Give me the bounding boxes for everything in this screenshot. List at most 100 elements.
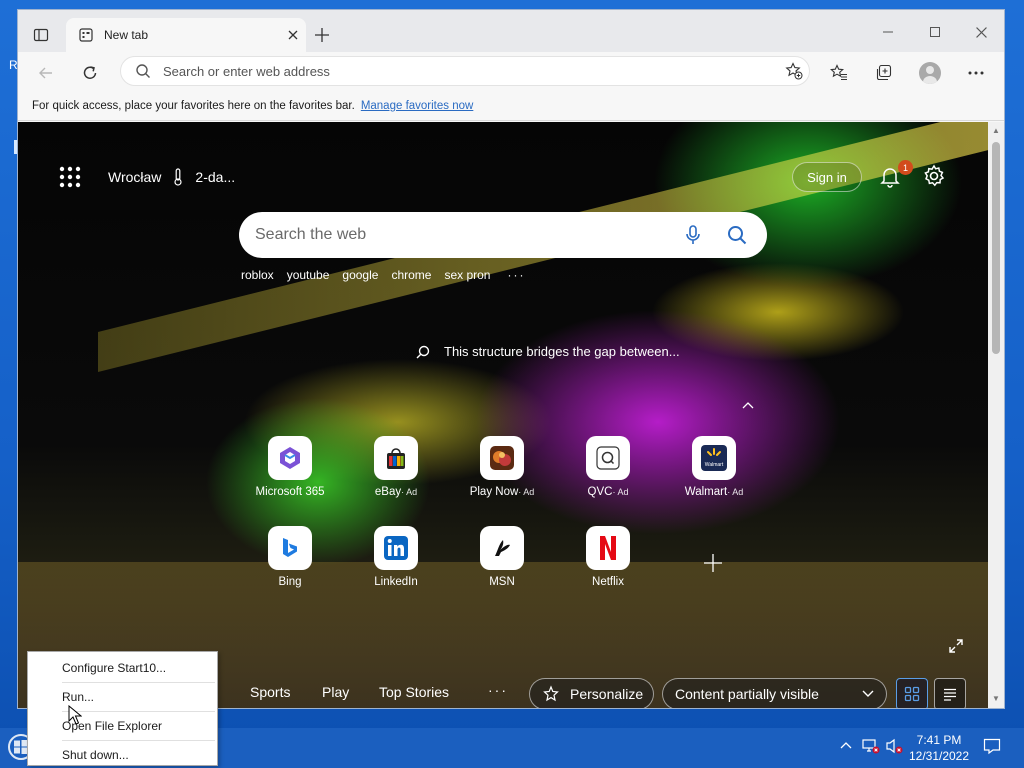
minimize-icon [883,31,893,33]
menu-item-open-file-explorer[interactable]: Open File Explorer [28,712,217,740]
system-clock[interactable]: 7:41 PM 12/31/2022 [904,732,974,764]
personalize-button[interactable]: Personalize [529,678,654,708]
collections-icon [876,64,892,81]
tile-label: Walmart [684,486,728,498]
search-submit-button[interactable] [715,225,759,245]
page-scrollbar[interactable]: ▲ ▼ [988,122,1004,708]
ad-marker: · Ad [727,487,744,497]
avatar [919,62,941,84]
refresh-button[interactable] [75,58,105,88]
add-site-button[interactable] [704,552,724,572]
voice-search-button[interactable] [671,225,715,245]
quick-link-tile[interactable]: Netflix [560,526,656,588]
msn-icon [480,526,524,570]
playnow-icon [480,436,524,480]
navigation-toolbar: Search or enter web address [18,52,1004,92]
speaker-muted-icon [886,738,903,754]
new-tab-page: Wrocław 2-da... Sign in 1 Search the web… [18,122,988,708]
address-bar[interactable]: Search or enter web address [120,56,810,86]
scroll-down-arrow-icon[interactable]: ▼ [992,694,1000,703]
trending-item[interactable]: youtube [287,268,330,282]
quick-link-tile[interactable]: Microsoft 365 [242,436,338,498]
address-input[interactable]: Search or enter web address [163,64,779,79]
image-caption[interactable]: This structure bridges the gap between..… [416,344,680,359]
grid-layout-button[interactable] [896,678,928,708]
tab-new-tab[interactable]: New tab [66,18,306,52]
maximize-icon [930,27,940,37]
desktop-icon-label[interactable]: R [9,58,18,72]
new-tab-button[interactable] [308,22,336,48]
fullscreen-background-button[interactable] [948,638,966,656]
favorites-button[interactable] [824,58,854,88]
web-search-input[interactable]: Search the web [255,226,671,244]
menu-item-run[interactable]: Run... [28,683,217,711]
trending-item[interactable]: sex pron [444,268,490,282]
trending-searches: roblox youtube google chrome sex pron ··… [241,268,525,282]
trending-item[interactable]: roblox [241,268,274,282]
back-button[interactable] [31,58,61,88]
trending-item[interactable]: chrome [391,268,431,282]
feed-tab-top-stories[interactable]: Top Stories [379,684,449,700]
bing-icon [268,526,312,570]
minimize-button[interactable] [865,18,911,46]
volume-button[interactable] [885,738,903,757]
collapse-tiles-button[interactable] [742,398,754,412]
feed-tab-play[interactable]: Play [322,684,349,700]
start-context-menu: Configure Start10... Run... Open File Ex… [27,651,218,766]
quick-link-tile[interactable]: Walmart Walmart· Ad [666,436,762,498]
caption-text: This structure bridges the gap between..… [444,344,680,359]
tile-label: Bing [278,576,302,588]
app-launcher-button[interactable] [58,165,82,189]
quick-link-tile[interactable]: Bing [242,526,338,588]
quick-link-tile[interactable]: eBay· Ad [348,436,444,498]
maximize-button[interactable] [912,18,958,46]
scrollbar-thumb[interactable] [992,142,1000,354]
list-layout-button[interactable] [934,678,966,708]
favorites-bar: For quick access, place your favorites h… [18,92,1004,121]
profile-button[interactable] [915,58,945,88]
trending-more-button[interactable]: ··· [507,268,525,282]
chevron-up-icon [840,742,852,749]
menu-item-shut-down[interactable]: Shut down... [28,741,217,768]
manage-favorites-link[interactable]: Manage favorites now [361,100,474,112]
favorites-bar-hint: For quick access, place your favorites h… [32,100,355,112]
tile-label: QVC [587,486,613,498]
tab-close-button[interactable] [280,22,306,48]
network-status-button[interactable] [862,738,880,757]
show-hidden-icons-button[interactable] [840,738,852,752]
add-favorite-button[interactable] [779,62,809,80]
content-visibility-dropdown[interactable]: Content partially visible [662,678,887,708]
tab-actions-button[interactable] [26,22,56,48]
quick-link-tile[interactable]: QVC· Ad [560,436,656,498]
quick-link-tile[interactable]: MSN [454,526,550,588]
weather-widget[interactable]: Wrocław 2-da... [108,168,235,186]
sign-in-button[interactable]: Sign in [792,162,862,192]
menu-item-configure-start10[interactable]: Configure Start10... [28,654,217,682]
page-settings-button[interactable] [922,164,948,190]
sparkle-edit-icon [543,685,559,702]
star-add-icon [785,62,803,80]
microsoft365-icon [268,436,312,480]
tile-label: Microsoft 365 [255,486,325,498]
tile-label: Netflix [592,576,624,588]
location-label: Wrocław [108,169,162,185]
notification-center-icon [983,738,1001,755]
settings-more-button[interactable] [961,58,991,88]
tile-label: MSN [489,576,515,588]
web-search-box[interactable]: Search the web [239,212,767,258]
plus-icon [315,28,329,42]
app-grid-icon [59,166,81,188]
action-center-button[interactable] [983,737,1003,757]
tab-title: New tab [104,28,149,42]
quick-link-tile[interactable]: Play Now· Ad [454,436,550,498]
feed-more-button[interactable]: ··· [488,682,508,698]
quick-link-tile[interactable]: LinkedIn [348,526,444,588]
scroll-up-arrow-icon[interactable]: ▲ [992,126,1000,135]
back-arrow-icon [39,67,52,79]
trending-item[interactable]: google [342,268,378,282]
close-window-button[interactable] [958,18,1004,46]
feed-tab-sports[interactable]: Sports [250,684,290,700]
search-icon [136,64,150,78]
collections-button[interactable] [869,58,899,88]
close-icon [288,30,298,40]
